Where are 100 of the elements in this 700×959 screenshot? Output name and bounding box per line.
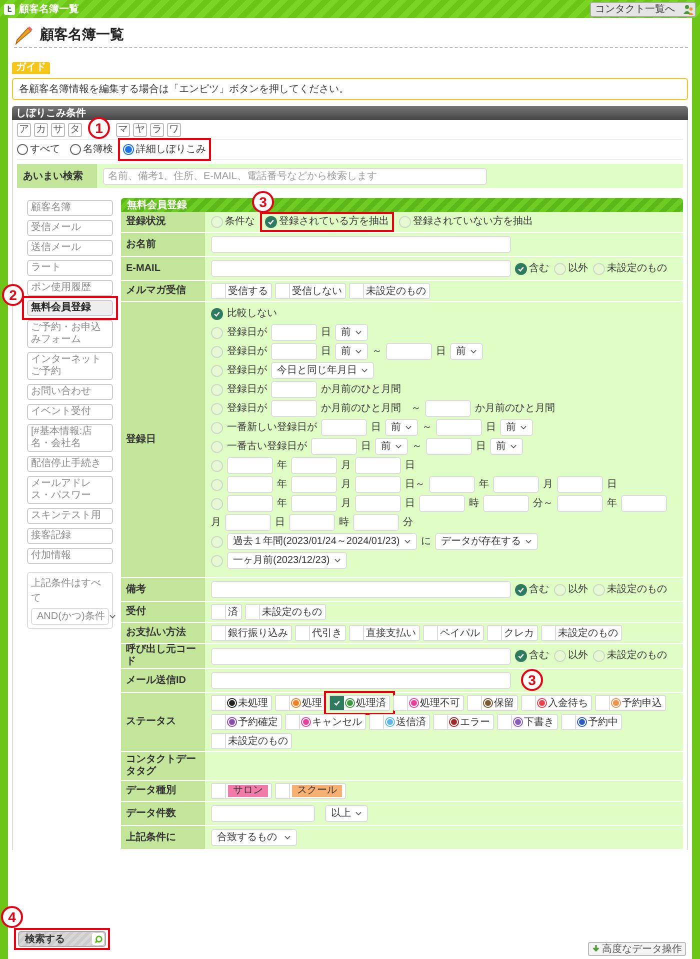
text-field[interactable]	[483, 495, 529, 512]
checkbox-option[interactable]: 受信しない	[275, 283, 346, 299]
checkbox-option[interactable]: 予約中	[561, 714, 622, 730]
checkbox-option[interactable]: 未設定のもの	[211, 733, 292, 749]
text-field[interactable]	[291, 457, 337, 474]
checkbox-option[interactable]: 未設定のもの	[541, 625, 622, 641]
dropdown[interactable]: 今日と同じ年月日	[271, 362, 374, 379]
checkbox[interactable]	[296, 626, 310, 640]
text-field[interactable]	[271, 343, 317, 360]
sidebar-item[interactable]: インターネットご予約	[27, 352, 113, 380]
radio-button[interactable]	[265, 216, 277, 228]
checkbox[interactable]	[212, 734, 226, 748]
text-field[interactable]	[353, 514, 399, 531]
checkbox[interactable]	[370, 715, 384, 729]
checkbox[interactable]	[596, 696, 610, 710]
radio-button[interactable]	[211, 308, 223, 320]
checkbox[interactable]	[562, 715, 576, 729]
checkbox-option[interactable]: 未設定のもの	[349, 283, 430, 299]
checkbox[interactable]	[468, 696, 482, 710]
kana-button[interactable]: マ	[116, 122, 130, 136]
advanced-data-button[interactable]: 高度なデータ操作	[588, 942, 686, 956]
text-field[interactable]	[227, 457, 273, 474]
sidebar-item[interactable]: ご予約・お申込みフォーム	[27, 320, 113, 348]
radio-button[interactable]	[70, 144, 81, 155]
checkbox[interactable]	[276, 784, 290, 798]
text-field[interactable]	[271, 324, 317, 341]
dropdown[interactable]: 前	[375, 438, 408, 455]
checkbox[interactable]	[212, 696, 226, 710]
text-field[interactable]	[311, 438, 357, 455]
text-field[interactable]	[289, 514, 335, 531]
text-field[interactable]	[227, 476, 273, 493]
text-field[interactable]	[386, 343, 432, 360]
checkbox[interactable]	[488, 626, 502, 640]
dropdown[interactable]: 前	[490, 438, 523, 455]
checkbox[interactable]	[276, 284, 290, 298]
checkbox-option[interactable]: クレカ	[487, 625, 538, 641]
checkbox-option[interactable]: 済	[211, 604, 242, 620]
checkbox-option[interactable]: 処理	[275, 695, 326, 711]
checkbox[interactable]	[350, 284, 364, 298]
radio-button[interactable]	[515, 584, 527, 596]
text-field[interactable]	[271, 400, 317, 417]
checkbox-option[interactable]: 未設定のもの	[245, 604, 326, 620]
text-field[interactable]	[291, 476, 337, 493]
checkbox-option[interactable]: 送信済	[369, 714, 430, 730]
text-field[interactable]	[211, 672, 511, 689]
text-field[interactable]	[211, 581, 511, 598]
sidebar-item[interactable]: 顧客名簿	[27, 200, 113, 216]
text-field[interactable]	[493, 476, 539, 493]
sidebar-item[interactable]: イベント受付	[27, 404, 113, 420]
checkbox[interactable]	[286, 715, 300, 729]
text-field[interactable]	[227, 495, 273, 512]
checkbox-option[interactable]: キャンセル	[285, 714, 366, 730]
text-field[interactable]	[291, 495, 337, 512]
checkbox-option[interactable]: 入金待ち	[521, 695, 592, 711]
sidebar-item[interactable]: 配信停止手続き	[27, 456, 113, 472]
checkbox-option[interactable]: エラー	[433, 714, 494, 730]
checkbox-option[interactable]: 未処理	[211, 695, 272, 711]
text-field[interactable]	[429, 476, 475, 493]
text-field[interactable]	[557, 495, 603, 512]
checkbox[interactable]	[212, 715, 226, 729]
sidebar-item[interactable]: 送信メール	[27, 240, 113, 256]
sidebar-item[interactable]: スキンテスト用	[27, 508, 113, 524]
radio-button[interactable]	[515, 262, 527, 274]
dropdown[interactable]: 前	[450, 343, 483, 360]
checkbox[interactable]	[330, 696, 344, 710]
checkbox-option[interactable]: 下書き	[497, 714, 558, 730]
checkbox-option[interactable]: 直接支払い	[349, 625, 420, 641]
dropdown[interactable]: 前	[335, 324, 368, 341]
checkbox[interactable]	[212, 784, 226, 798]
sidebar-item[interactable]: 接客記録	[27, 528, 113, 544]
checkbox[interactable]	[246, 605, 260, 619]
dropdown[interactable]: 過去１年間(2023/01/24～2024/01/23)	[227, 533, 417, 550]
sidebar-item[interactable]: 受信メール	[27, 220, 113, 236]
checkbox[interactable]	[212, 284, 226, 298]
checkbox-option[interactable]: 処理不可	[393, 695, 464, 711]
checkbox[interactable]	[498, 715, 512, 729]
checkbox[interactable]	[276, 696, 290, 710]
dropdown[interactable]: データが存在する	[434, 533, 538, 550]
text-field[interactable]	[621, 495, 667, 512]
checkbox-option[interactable]: 処理済	[329, 695, 390, 711]
checkbox[interactable]	[350, 626, 364, 640]
text-field[interactable]	[557, 476, 603, 493]
kana-button[interactable]: ア	[17, 122, 31, 136]
checkbox-option[interactable]: 受信する	[211, 283, 272, 299]
radio-button[interactable]	[515, 650, 527, 662]
dropdown[interactable]: 合致するもの	[211, 829, 297, 846]
dropdown[interactable]: 以上	[325, 805, 368, 822]
text-field[interactable]	[211, 648, 511, 664]
kana-button[interactable]: カ	[34, 122, 48, 136]
checkbox[interactable]	[542, 626, 556, 640]
text-field[interactable]	[436, 419, 482, 436]
sidebar-item[interactable]: ポン使用履歴	[27, 280, 113, 296]
sidebar-item[interactable]: [#基本情報:店名・会社名	[27, 424, 113, 452]
contact-list-button[interactable]: コンタクト一覧へ	[590, 2, 696, 16]
text-field[interactable]	[419, 495, 465, 512]
dropdown[interactable]: 前	[335, 343, 368, 360]
sidebar-item[interactable]: メールアドレス・パスワー	[27, 476, 113, 504]
text-field[interactable]	[321, 419, 367, 436]
checkbox-option[interactable]: ペイパル	[423, 625, 484, 641]
text-field[interactable]	[425, 400, 471, 417]
